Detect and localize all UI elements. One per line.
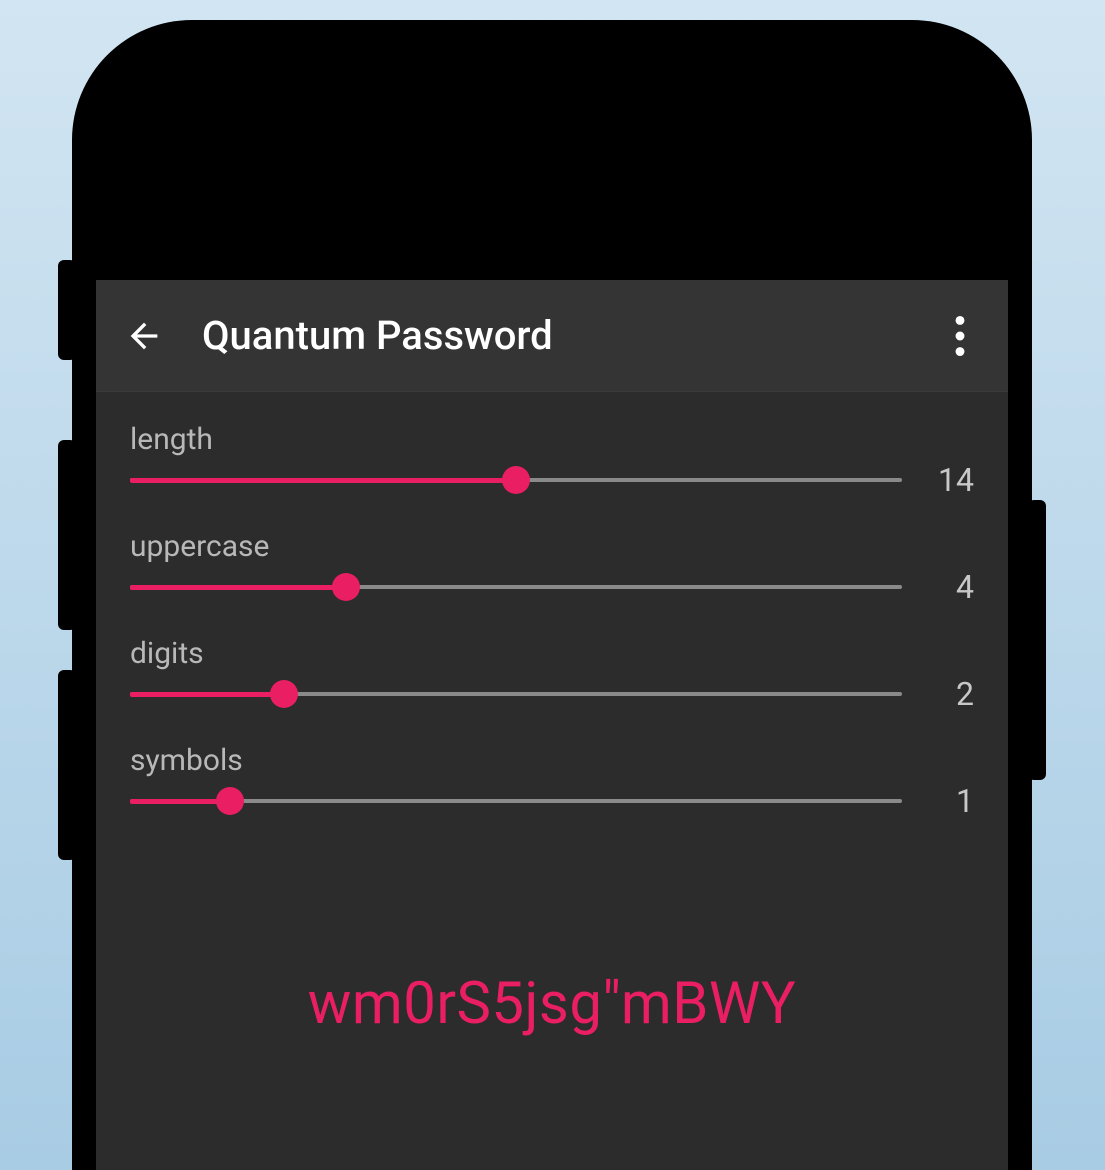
uppercase-slider[interactable] — [130, 569, 902, 605]
slider-label: digits — [130, 636, 974, 671]
slider-label: uppercase — [130, 529, 974, 564]
slider-value: 2 — [926, 675, 974, 713]
slider-thumb[interactable] — [332, 573, 360, 601]
slider-row-uppercase: uppercase 4 — [130, 529, 974, 606]
generated-password[interactable]: wm0rS5jsg"mBWY — [130, 970, 974, 1038]
arrow-back-icon — [124, 316, 164, 356]
more-vert-icon — [955, 316, 965, 356]
app-bar: Quantum Password — [96, 280, 1008, 392]
slider-row-symbols: symbols 1 — [130, 743, 974, 820]
app-screen: Quantum Password length 14 — [96, 280, 1008, 1170]
slider-row-length: length 14 — [130, 422, 974, 499]
slider-value: 14 — [926, 461, 974, 499]
overflow-menu-button[interactable] — [936, 306, 984, 366]
symbols-slider[interactable] — [130, 783, 902, 819]
slider-value: 4 — [926, 568, 974, 606]
slider-row-digits: digits 2 — [130, 636, 974, 713]
slider-thumb[interactable] — [270, 680, 298, 708]
digits-slider[interactable] — [130, 676, 902, 712]
app-title: Quantum Password — [202, 312, 936, 359]
phone-frame: Quantum Password length 14 — [72, 20, 1032, 1170]
back-button[interactable] — [114, 306, 174, 366]
slider-thumb[interactable] — [216, 787, 244, 815]
slider-label: length — [130, 422, 974, 457]
slider-value: 1 — [926, 782, 974, 820]
content-area: length 14 uppercase — [96, 392, 1008, 1170]
slider-thumb[interactable] — [502, 466, 530, 494]
length-slider[interactable] — [130, 462, 902, 498]
slider-label: symbols — [130, 743, 974, 778]
